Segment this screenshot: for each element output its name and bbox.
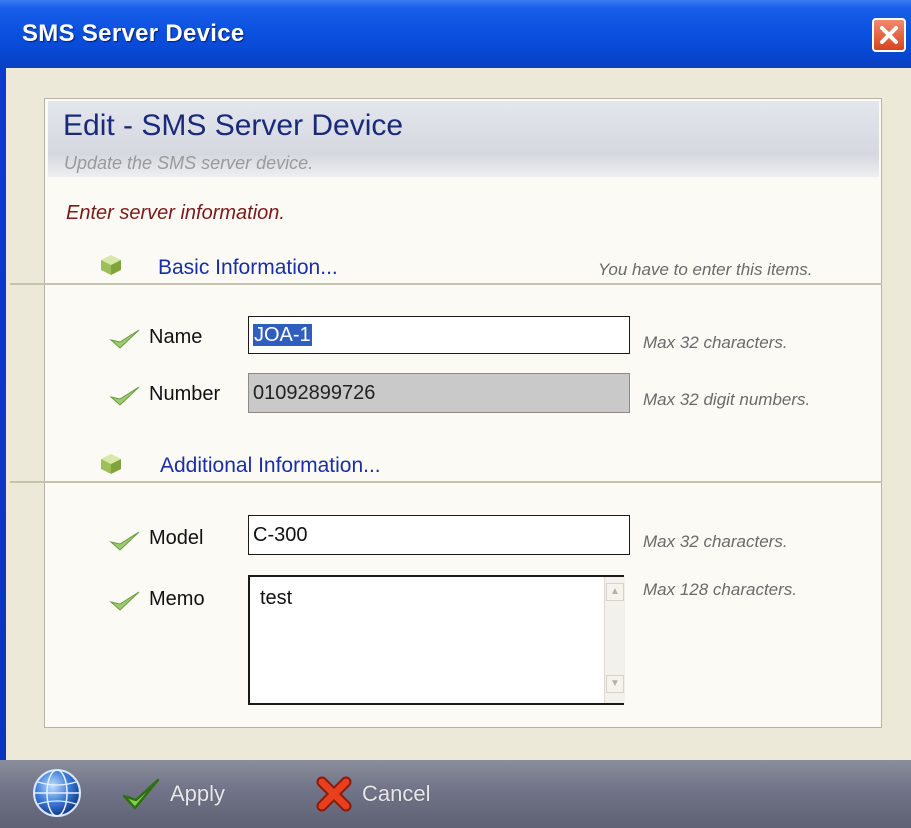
section-divider	[10, 481, 882, 483]
memo-hint: Max 128 characters.	[643, 580, 798, 599]
globe-icon	[33, 769, 81, 817]
close-button[interactable]	[872, 18, 906, 52]
apply-button[interactable]: Apply	[120, 772, 225, 816]
memo-label: Memo	[149, 588, 205, 610]
required-note: You have to enter this items.	[598, 260, 813, 279]
apply-label: Apply	[170, 781, 226, 806]
checkmark-icon	[109, 329, 140, 349]
checkmark-icon	[109, 591, 140, 611]
name-hint: Max 32 characters.	[643, 333, 788, 352]
checkmark-icon	[109, 531, 140, 551]
model-label: Model	[149, 527, 204, 549]
name-label: Name	[149, 326, 203, 348]
memo-scrollbar[interactable]: ▲ ▼	[604, 577, 625, 703]
model-value: C-300	[253, 524, 308, 546]
form-header: Edit - SMS Server Device Update the SMS …	[48, 101, 879, 177]
page-title: Edit - SMS Server Device	[63, 109, 404, 142]
close-icon	[880, 26, 898, 44]
memo-textarea[interactable]: test	[248, 575, 624, 705]
number-input[interactable]: 01092899726	[248, 373, 630, 413]
name-input[interactable]: JOA-1	[248, 316, 630, 354]
cube-icon	[101, 454, 121, 474]
checkmark-icon	[122, 778, 160, 810]
number-hint: Max 32 digit numbers.	[643, 390, 811, 409]
model-input[interactable]: C-300	[248, 515, 630, 555]
cube-icon	[101, 255, 121, 275]
page-subtitle: Update the SMS server device.	[64, 153, 314, 173]
section-divider	[10, 283, 882, 285]
dialog-window: SMS Server Device Edit - SMS Server Devi…	[0, 0, 911, 828]
scroll-up-button[interactable]: ▲	[606, 583, 624, 601]
x-icon	[316, 776, 352, 812]
scroll-down-button[interactable]: ▼	[606, 675, 624, 693]
memo-value: test	[260, 587, 293, 609]
number-value: 01092899726	[253, 382, 376, 404]
section-title-basic: Basic Information...	[158, 256, 338, 279]
cancel-label: Cancel	[362, 781, 431, 806]
instruction-text: Enter server information.	[66, 202, 285, 224]
chevron-up-icon: ▲	[610, 586, 620, 597]
memo-container: test ▲ ▼	[248, 575, 625, 705]
chevron-down-icon: ▼	[610, 678, 620, 689]
cancel-button[interactable]: Cancel	[314, 772, 430, 816]
title-bar[interactable]: SMS Server Device	[0, 0, 911, 68]
name-value: JOA-1	[253, 324, 312, 346]
number-label: Number	[149, 383, 221, 405]
window-title: SMS Server Device	[22, 20, 245, 47]
model-hint: Max 32 characters.	[643, 532, 788, 551]
checkmark-icon	[109, 386, 140, 406]
section-title-additional: Additional Information...	[160, 454, 381, 477]
